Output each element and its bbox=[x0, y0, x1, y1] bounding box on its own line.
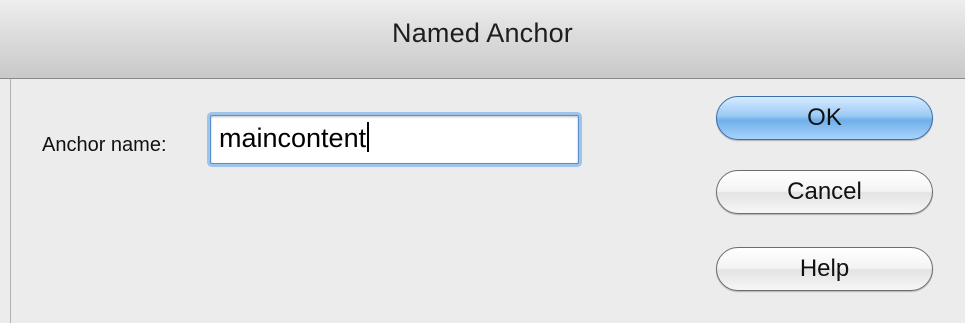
cancel-button[interactable]: Cancel bbox=[716, 170, 933, 214]
dialog-titlebar[interactable]: Named Anchor bbox=[0, 0, 965, 79]
named-anchor-dialog: Named Anchor Anchor name: maincontent OK… bbox=[0, 0, 965, 323]
dialog-title: Named Anchor bbox=[392, 18, 573, 48]
text-cursor bbox=[367, 122, 370, 152]
ok-button[interactable]: OK bbox=[716, 96, 933, 140]
help-button[interactable]: Help bbox=[716, 247, 933, 291]
anchor-name-value: maincontent bbox=[219, 123, 367, 153]
anchor-name-input[interactable]: maincontent bbox=[210, 115, 579, 164]
anchor-name-label: Anchor name: bbox=[42, 134, 167, 156]
